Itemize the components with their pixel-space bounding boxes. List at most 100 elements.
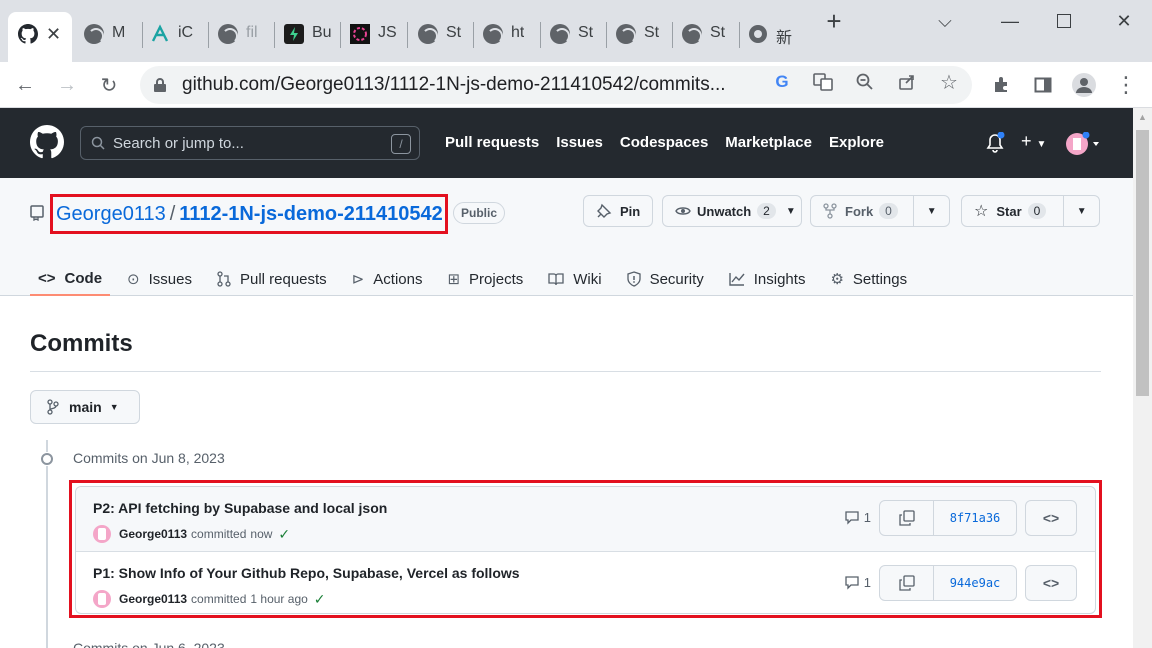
bookmark-star-icon[interactable]: ☆ bbox=[938, 72, 960, 94]
comment-count[interactable]: 1 bbox=[844, 509, 871, 525]
tab-close-icon[interactable]: ✕ bbox=[46, 24, 61, 44]
tab-security[interactable]: Security bbox=[619, 262, 712, 296]
timeline bbox=[46, 440, 48, 648]
copy-icon[interactable] bbox=[880, 501, 934, 535]
pin-button[interactable]: Pin bbox=[583, 195, 653, 227]
repo-owner-link[interactable]: George0113 bbox=[56, 203, 166, 226]
google-icon[interactable]: G bbox=[771, 72, 793, 92]
user-avatar[interactable] bbox=[1066, 131, 1102, 161]
branch-selector[interactable]: main ▼ bbox=[30, 390, 140, 424]
side-panel-icon[interactable] bbox=[1026, 68, 1060, 102]
new-tab-button[interactable]: + bbox=[814, 6, 854, 36]
tab-actions[interactable]: ⊳ Actions bbox=[344, 262, 431, 296]
globe-icon bbox=[418, 24, 438, 44]
tab-projects[interactable]: ⊞ Projects bbox=[439, 262, 531, 296]
divider bbox=[30, 371, 1101, 372]
page-scrollbar[interactable]: ▲ bbox=[1133, 108, 1152, 648]
chevron-down-icon[interactable]: ▼ bbox=[913, 196, 949, 226]
browse-code-button[interactable]: <> bbox=[1025, 500, 1077, 536]
fork-button[interactable]: Fork 0 ▼ bbox=[810, 195, 950, 227]
repo-tab-nav: <> Code ⊙ Issues Pull requests ⊳ Actions ⊞ P… bbox=[30, 262, 924, 296]
commit-sha-link[interactable]: 944e9ac bbox=[934, 566, 1016, 600]
profile-icon[interactable] bbox=[1067, 68, 1101, 102]
forward-button[interactable]: → bbox=[50, 68, 84, 102]
nav-marketplace[interactable]: Marketplace bbox=[725, 134, 812, 151]
nav-explore[interactable]: Explore bbox=[829, 134, 884, 151]
commit-message-link[interactable]: P1: Show Info of Your Github Repo, Supab… bbox=[93, 565, 520, 581]
nav-codespaces[interactable]: Codespaces bbox=[620, 134, 708, 151]
star-label: Star bbox=[996, 203, 1022, 219]
browser-tab-2[interactable]: iC bbox=[150, 12, 200, 62]
menu-icon[interactable]: ⋮ bbox=[1109, 68, 1143, 102]
scroll-thumb[interactable] bbox=[1136, 130, 1149, 396]
star-button[interactable]: ☆ Star 0 ▼ bbox=[961, 195, 1100, 227]
browser-tab-9[interactable]: St bbox=[616, 12, 666, 62]
extensions-icon[interactable] bbox=[984, 68, 1018, 102]
browser-tab-4[interactable]: Bu bbox=[284, 12, 334, 62]
commit-message-link[interactable]: P2: API fetching by Supabase and local j… bbox=[93, 500, 387, 516]
close-window-button[interactable]: ✕ bbox=[1104, 6, 1144, 36]
browser-tab-8[interactable]: St bbox=[550, 12, 600, 62]
notifications-bell-icon[interactable] bbox=[985, 131, 1005, 159]
commit-group-date: Commits on Jun 8, 2023 bbox=[73, 450, 225, 466]
avatar[interactable] bbox=[93, 525, 111, 543]
tab-issues[interactable]: ⊙ Issues bbox=[119, 262, 200, 296]
browser-tab-7[interactable]: ht bbox=[483, 12, 533, 62]
globe-icon bbox=[218, 24, 238, 44]
minimize-button[interactable]: — bbox=[990, 6, 1030, 36]
nav-issues[interactable]: Issues bbox=[556, 134, 603, 151]
chevron-down-icon[interactable]: ▼ bbox=[1063, 196, 1099, 226]
play-icon: ⊳ bbox=[351, 271, 365, 288]
globe-icon bbox=[483, 24, 503, 44]
leaf-icon bbox=[150, 24, 170, 44]
scroll-up-icon[interactable]: ▲ bbox=[1133, 112, 1152, 122]
url-text: github.com/George0113/1112-1N-js-demo-21… bbox=[182, 74, 726, 95]
visibility-badge: Public bbox=[453, 202, 506, 224]
globe-icon bbox=[550, 24, 570, 44]
github-logo-icon[interactable] bbox=[30, 125, 64, 159]
copy-icon[interactable] bbox=[880, 566, 934, 600]
maximize-button[interactable] bbox=[1044, 6, 1084, 36]
back-button[interactable]: ← bbox=[8, 68, 42, 102]
commit-author[interactable]: George0113 bbox=[119, 592, 187, 606]
search-input[interactable]: Search or jump to... / bbox=[80, 126, 420, 160]
repo-name-link[interactable]: 1112-1N-js-demo-211410542 bbox=[179, 203, 443, 226]
star-icon: ☆ bbox=[974, 203, 989, 220]
browser-tab-3[interactable]: fil bbox=[218, 12, 266, 62]
fork-label: Fork bbox=[845, 203, 874, 219]
tab-pull-requests[interactable]: Pull requests bbox=[209, 262, 335, 296]
tab-code[interactable]: <> Code bbox=[30, 262, 111, 296]
commit-sha-link[interactable]: 8f71a36 bbox=[934, 501, 1016, 535]
nav-pull-requests[interactable]: Pull requests bbox=[445, 134, 539, 151]
check-icon[interactable]: ✓ bbox=[278, 526, 290, 543]
browser-tab-5[interactable]: JS bbox=[350, 12, 400, 62]
browser-tab-github[interactable]: ✕ bbox=[8, 12, 72, 62]
browse-code-button[interactable]: <> bbox=[1025, 565, 1077, 601]
reload-button[interactable]: ↻ bbox=[92, 68, 126, 102]
share-icon[interactable] bbox=[896, 72, 918, 92]
browser-tab-6[interactable]: St bbox=[418, 12, 468, 62]
browser-tab-1[interactable]: M bbox=[84, 12, 134, 62]
commit-meta: George0113 committed now ✓ bbox=[93, 525, 290, 543]
sha-button-group: 944e9ac bbox=[879, 565, 1017, 601]
translate-icon[interactable] bbox=[812, 72, 834, 92]
chevron-down-icon: ▼ bbox=[109, 402, 119, 412]
browser-tab-bar: ✕ M iC fil Bu JS St ht St St St 新 + ⌵ — … bbox=[0, 0, 1152, 62]
unwatch-button[interactable]: Unwatch 2 ▼ bbox=[662, 195, 802, 227]
commit-author[interactable]: George0113 bbox=[119, 527, 187, 541]
tab-search-icon[interactable]: ⌵ bbox=[925, 6, 965, 36]
commit-group-icon bbox=[40, 452, 54, 466]
create-new-button[interactable]: + ▼ bbox=[1021, 131, 1046, 152]
comment-count[interactable]: 1 bbox=[844, 574, 871, 590]
tab-settings[interactable]: ⚙ Settings bbox=[822, 262, 915, 296]
tab-insights[interactable]: Insights bbox=[721, 262, 814, 296]
browser-tab-10[interactable]: St bbox=[682, 12, 732, 62]
browser-tab-11[interactable]: 新 bbox=[748, 12, 798, 62]
globe-icon bbox=[616, 24, 636, 44]
github-icon bbox=[18, 24, 38, 44]
avatar[interactable] bbox=[93, 590, 111, 608]
check-icon[interactable]: ✓ bbox=[314, 591, 326, 608]
zoom-icon[interactable] bbox=[854, 72, 876, 92]
address-bar[interactable]: github.com/George0113/1112-1N-js-demo-21… bbox=[140, 66, 972, 104]
tab-wiki[interactable]: Wiki bbox=[540, 262, 609, 296]
